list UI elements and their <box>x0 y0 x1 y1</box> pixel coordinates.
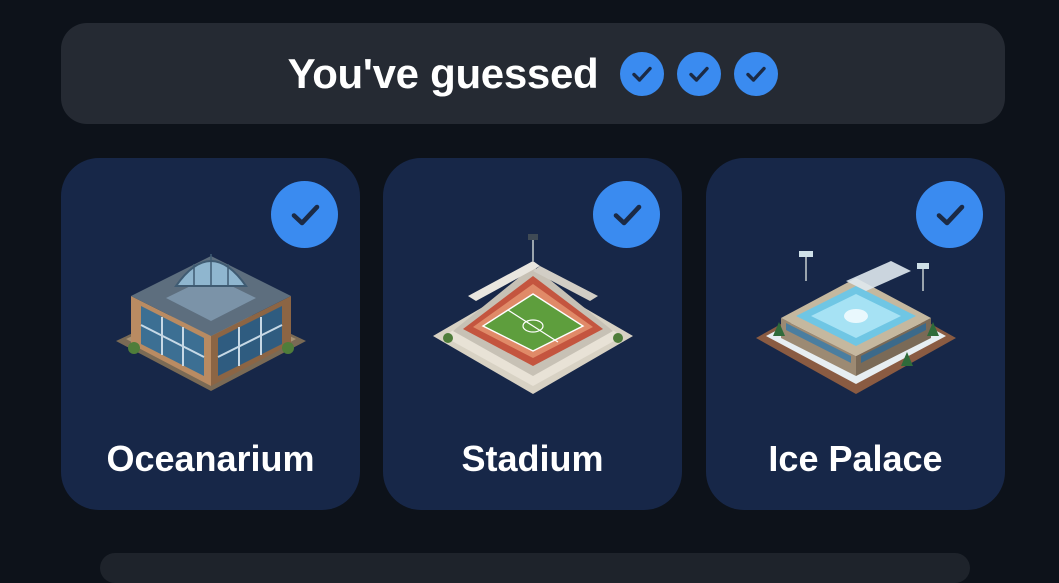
stadium-building-icon <box>432 234 633 394</box>
ice-palace-building-icon <box>755 251 956 394</box>
card-label: Stadium <box>461 438 604 479</box>
check-circle-icon <box>734 51 779 96</box>
banner-title: You've guessed <box>287 49 599 97</box>
guessed-banner: You've guessed <box>61 23 1005 124</box>
bottom-panel <box>100 553 970 583</box>
card-ice-palace[interactable]: Ice Palace <box>706 158 1005 510</box>
oceanarium-building-icon <box>115 254 306 391</box>
guessed-checks <box>620 51 779 96</box>
check-circle-icon <box>677 51 722 96</box>
check-circle-icon <box>620 51 665 96</box>
card-label: Ice Palace <box>768 438 943 479</box>
card-oceanarium[interactable]: Oceanarium <box>61 158 360 510</box>
card-label: Oceanarium <box>106 438 315 479</box>
card-stadium[interactable]: Stadium <box>383 158 682 510</box>
